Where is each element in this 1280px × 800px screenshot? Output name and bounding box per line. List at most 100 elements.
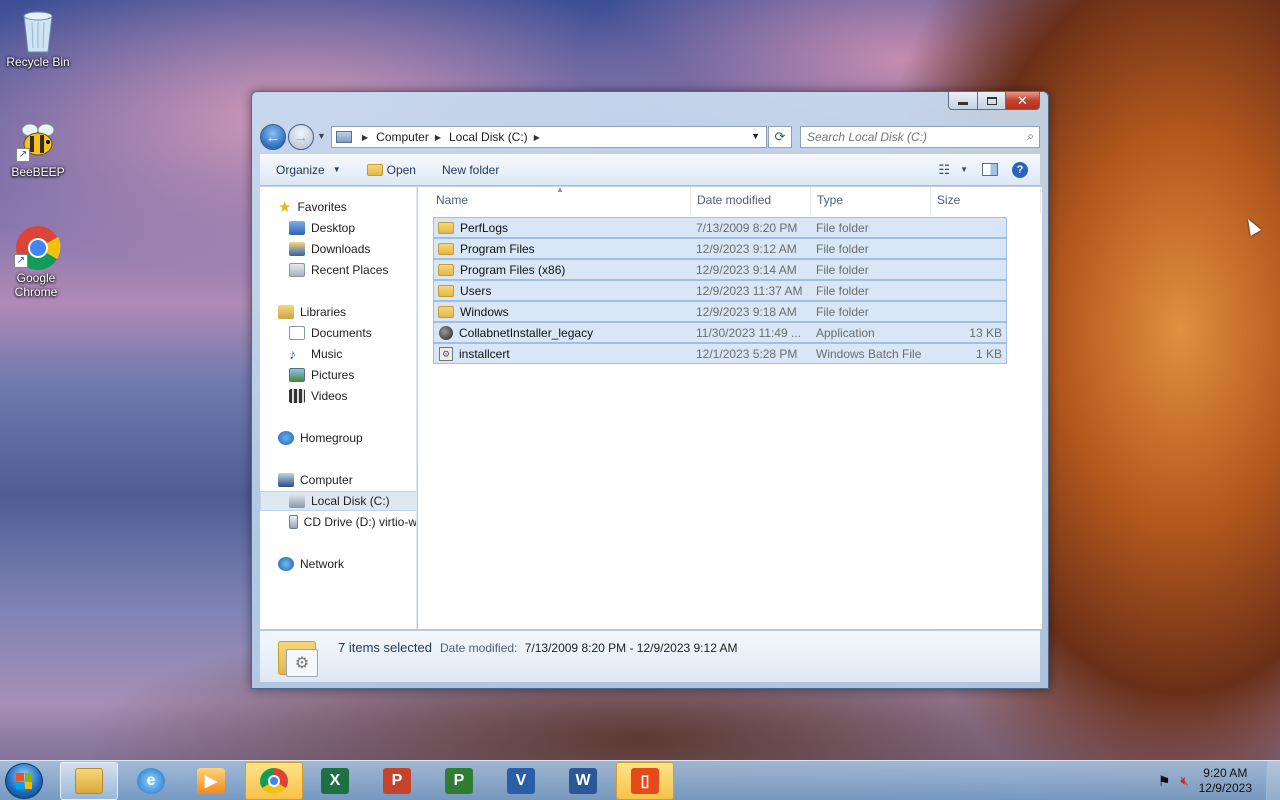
file-size: 1 KB bbox=[975, 346, 1002, 361]
file-row[interactable]: PerfLogs 7/13/2009 8:20 PM File folder bbox=[433, 217, 1007, 238]
view-list-icon: ☷ bbox=[938, 161, 951, 177]
chrome-icon: ↗ bbox=[14, 224, 61, 270]
folder-icon bbox=[438, 305, 454, 318]
open-button[interactable]: Open bbox=[351, 163, 426, 177]
folder-icon bbox=[438, 221, 454, 234]
search-icon[interactable]: ⌕ bbox=[1027, 129, 1034, 144]
address-bar[interactable]: ▶ Computer ▶ Local Disk (C:) ▶ ▼ bbox=[331, 126, 767, 148]
nav-cd-drive[interactable]: CD Drive (D:) virtio-w bbox=[260, 512, 416, 532]
recent-pages-dropdown[interactable]: ▼ bbox=[317, 131, 326, 141]
file-row[interactable]: Users 12/9/2023 11:37 AM File folder bbox=[433, 280, 1007, 301]
file-type: File folder bbox=[816, 262, 869, 277]
file-row[interactable]: Windows 12/9/2023 9:18 AM File folder bbox=[433, 301, 1007, 322]
chevron-down-icon: ▼ bbox=[960, 165, 968, 174]
videos-icon bbox=[289, 389, 305, 403]
refresh-button[interactable]: ⟳ bbox=[768, 126, 792, 148]
nav-videos[interactable]: Videos bbox=[260, 386, 416, 406]
taskbar-internet-explorer[interactable]: e bbox=[122, 762, 180, 800]
nav-documents[interactable]: Documents bbox=[260, 323, 416, 343]
nav-desktop[interactable]: Desktop bbox=[260, 218, 416, 238]
nav-computer-label: Computer bbox=[300, 473, 353, 487]
details-pane: ⚙ 7 items selected Date modified: 7/13/2… bbox=[260, 630, 1040, 682]
forward-arrow-icon: → bbox=[293, 128, 309, 146]
breadcrumb-separator-icon[interactable]: ▶ bbox=[435, 133, 441, 142]
breadcrumb-computer[interactable]: Computer bbox=[376, 130, 429, 144]
taskbar-powerpoint[interactable]: P bbox=[368, 762, 426, 800]
desktop-icon-beebeep[interactable]: ↗ BeeBEEP bbox=[0, 118, 76, 179]
nav-downloads-label: Downloads bbox=[311, 242, 371, 256]
new-folder-label: New folder bbox=[441, 162, 500, 177]
address-history-dropdown[interactable]: ▼ bbox=[751, 131, 760, 141]
file-type: File folder bbox=[816, 241, 869, 256]
file-date: 7/13/2009 8:20 PM bbox=[696, 220, 798, 235]
selection-thumbnail-icon: ⚙ bbox=[278, 637, 320, 677]
taskbar-excel[interactable]: X bbox=[306, 762, 364, 800]
nav-music[interactable]: ♪ Music bbox=[260, 344, 416, 364]
search-input[interactable] bbox=[801, 127, 1011, 147]
nav-downloads[interactable]: Downloads bbox=[260, 239, 416, 259]
word-icon: W bbox=[569, 768, 597, 794]
nav-homegroup[interactable]: Homegroup bbox=[260, 428, 416, 448]
volume-muted-icon[interactable]: 🔇︎ bbox=[1180, 773, 1188, 789]
search-box[interactable]: ⌕ bbox=[800, 126, 1040, 148]
explorer-window: ✕ ← → ▼ ▶ Computer ▶ Local Disk (C:) ▶ ▼… bbox=[251, 91, 1049, 689]
file-row[interactable]: CollabnetInstaller_legacy 11/30/2023 11:… bbox=[433, 322, 1007, 343]
column-header-type[interactable]: Type bbox=[811, 187, 931, 213]
breadcrumb-local-disk[interactable]: Local Disk (C:) bbox=[449, 130, 528, 144]
column-header-size[interactable]: Size bbox=[931, 187, 1041, 213]
nav-favorites[interactable]: ★ Favorites bbox=[260, 197, 416, 217]
nav-pictures-label: Pictures bbox=[311, 368, 355, 382]
close-button[interactable]: ✕ bbox=[1006, 92, 1040, 110]
action-center-icon[interactable]: ⚑ bbox=[1158, 773, 1171, 790]
desktop-icon-recycle-bin[interactable]: Recycle Bin bbox=[0, 8, 76, 69]
show-desktop-button[interactable] bbox=[1266, 761, 1280, 800]
windows-logo-icon bbox=[16, 773, 32, 789]
back-button[interactable]: ← bbox=[260, 124, 286, 150]
taskbar-explorer[interactable] bbox=[60, 762, 118, 800]
folder-icon bbox=[438, 242, 454, 255]
downloads-icon bbox=[289, 242, 305, 256]
close-icon: ✕ bbox=[1017, 92, 1028, 108]
preview-pane-button[interactable] bbox=[982, 163, 998, 176]
file-type: File folder bbox=[816, 304, 869, 319]
visio-icon: V bbox=[507, 768, 535, 794]
nav-network[interactable]: Network bbox=[260, 554, 416, 574]
file-row[interactable]: ⚙ installcert 12/1/2023 5:28 PM Windows B… bbox=[433, 343, 1007, 364]
new-folder-button[interactable]: New folder bbox=[426, 163, 509, 177]
forward-button[interactable]: → bbox=[288, 124, 314, 150]
file-date: 12/9/2023 9:14 AM bbox=[696, 262, 797, 277]
cd-drive-icon bbox=[289, 515, 298, 529]
nav-libraries[interactable]: Libraries bbox=[260, 302, 416, 322]
start-button[interactable] bbox=[5, 763, 43, 799]
taskbar-office[interactable]: ▯ bbox=[616, 762, 674, 800]
nav-local-disk[interactable]: Local Disk (C:) bbox=[260, 491, 416, 511]
desktop-icon-label: Recycle Bin bbox=[6, 55, 70, 69]
maximize-button[interactable] bbox=[978, 92, 1006, 110]
taskbar-chrome[interactable] bbox=[245, 762, 303, 800]
nav-favorites-label: Favorites bbox=[297, 200, 347, 214]
shortcut-arrow-icon: ↗ bbox=[14, 254, 28, 268]
recent-places-icon bbox=[289, 263, 305, 277]
file-row[interactable]: Program Files (x86) 12/9/2023 9:14 AM Fi… bbox=[433, 259, 1007, 280]
nav-pictures[interactable]: Pictures bbox=[260, 365, 416, 385]
organize-button[interactable]: Organize ▼ bbox=[260, 163, 351, 177]
taskbar-media-player[interactable]: ▶ bbox=[182, 762, 240, 800]
taskbar-word[interactable]: W bbox=[554, 762, 612, 800]
minimize-button[interactable] bbox=[948, 92, 978, 110]
nav-computer[interactable]: Computer bbox=[260, 470, 416, 490]
column-header-name[interactable]: Name bbox=[418, 187, 691, 213]
help-icon[interactable]: ? bbox=[1012, 161, 1028, 178]
computer-icon bbox=[278, 473, 294, 487]
file-row[interactable]: Program Files 12/9/2023 9:12 AM File fol… bbox=[433, 238, 1007, 259]
nav-videos-label: Videos bbox=[311, 389, 348, 403]
nav-recent-places[interactable]: Recent Places bbox=[260, 260, 416, 280]
breadcrumb-separator-icon[interactable]: ▶ bbox=[534, 133, 540, 142]
change-view-button[interactable]: ☷ ▼ bbox=[938, 162, 968, 178]
desktop-icon-google-chrome[interactable]: ↗ Google Chrome bbox=[0, 224, 74, 299]
breadcrumb-separator-icon[interactable]: ▶ bbox=[362, 133, 368, 142]
column-header-date-modified[interactable]: Date modified bbox=[691, 187, 811, 213]
music-note-icon: ♪ bbox=[289, 346, 296, 362]
clock[interactable]: 9:20 AM 12/9/2023 bbox=[1199, 766, 1252, 796]
taskbar-visio[interactable]: V bbox=[492, 762, 550, 800]
taskbar-project[interactable]: P bbox=[430, 762, 488, 800]
